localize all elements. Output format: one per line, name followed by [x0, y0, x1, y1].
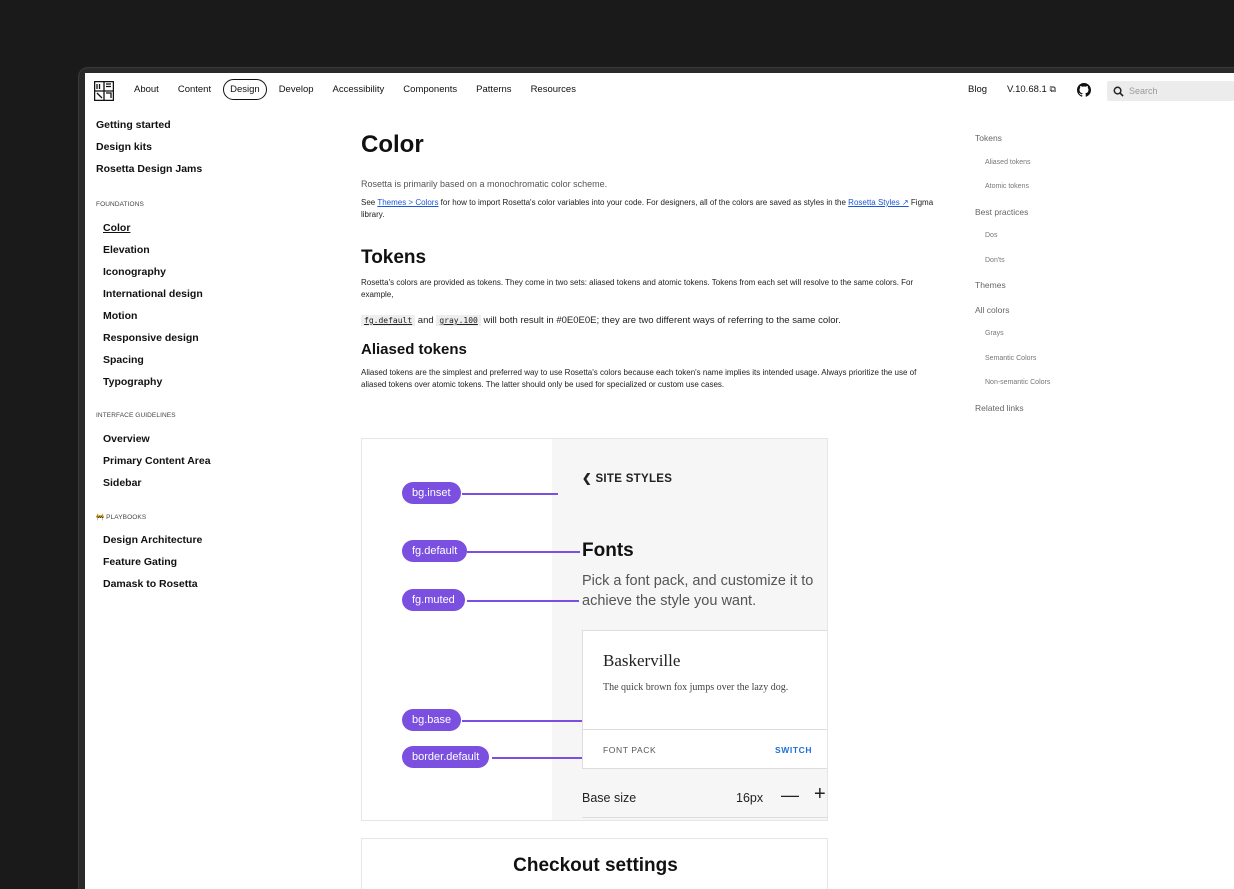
- rosetta-logo-icon[interactable]: [94, 81, 114, 101]
- sidebar-section-foundations: FOUNDATIONS: [96, 201, 144, 208]
- sidebar-section-interface: INTERFACE GUIDELINES: [96, 412, 176, 419]
- toc-grays[interactable]: Grays: [975, 329, 1125, 354]
- site-styles-back: ❮ SITE STYLES: [582, 473, 673, 485]
- checkout-title: Checkout settings: [513, 855, 678, 876]
- sidebar-item-primary-content-area[interactable]: Primary Content Area: [96, 453, 316, 475]
- primary-nav: About Content Design Develop Accessibili…: [127, 79, 588, 100]
- toc-tokens[interactable]: Tokens: [975, 133, 1125, 158]
- checkout-illustration: Checkout settings: [361, 838, 828, 889]
- sidebar-item-responsive-design[interactable]: Responsive design: [96, 330, 316, 352]
- version-link[interactable]: V.10.68.1 ⧉: [1000, 79, 1063, 100]
- pill-bg-inset: bg.inset: [402, 482, 461, 504]
- rosetta-styles-link[interactable]: Rosetta Styles ↗: [848, 198, 909, 207]
- tokens-paragraph: Rosetta's colors are provided as tokens.…: [361, 278, 914, 299]
- pill-fg-default: fg.default: [402, 540, 468, 562]
- connector-bg-base: [462, 720, 594, 722]
- sidebar-item-elevation[interactable]: Elevation: [96, 242, 316, 264]
- fonts-description: Pick a font pack, and customize it to ac…: [582, 573, 814, 609]
- fonts-title: Fonts: [582, 540, 634, 561]
- toc-aliased-tokens[interactable]: Aliased tokens: [975, 158, 1125, 183]
- token-example: fg.default and gray.100 will both result…: [361, 315, 941, 331]
- sidebar-item-damask-to-rosetta[interactable]: Damask to Rosetta: [96, 576, 316, 598]
- plus-icon: +: [814, 783, 826, 805]
- search-input[interactable]: Search: [1107, 81, 1234, 101]
- tokens-heading: Tokens: [361, 247, 427, 268]
- lead-text: Rosetta is primarily based on a monochro…: [361, 179, 608, 189]
- sidebar-item-spacing[interactable]: Spacing: [96, 352, 316, 374]
- connector-border-default: [492, 757, 584, 759]
- version-label: V.10.68.1: [1007, 84, 1047, 95]
- toc-non-semantic-colors[interactable]: Non-semantic Colors: [975, 378, 1125, 403]
- sidebar-item-sidebar[interactable]: Sidebar: [96, 475, 316, 497]
- sidebar-item-design-kits[interactable]: Design kits: [96, 139, 316, 161]
- code-gray-100[interactable]: gray.100: [436, 315, 481, 326]
- toc-related-links[interactable]: Related links: [975, 403, 1125, 428]
- base-size-divider: [582, 817, 827, 818]
- base-size-value: 16px: [736, 791, 764, 805]
- connector-fg-muted: [467, 600, 579, 602]
- toc-all-colors[interactable]: All colors: [975, 305, 1125, 330]
- connector-bg-inset: [462, 493, 558, 495]
- minus-icon: —: [781, 785, 799, 805]
- aliased-tokens-illustration: bg.inset fg.default fg.muted bg.base bor…: [361, 438, 828, 821]
- intro-paragraph: See Themes > Colors for how to import Ro…: [361, 198, 934, 219]
- pill-border-default: border.default: [402, 746, 490, 768]
- sidebar-item-design-architecture[interactable]: Design Architecture: [96, 532, 316, 554]
- pill-fg-muted: fg.muted: [402, 589, 465, 611]
- top-nav: About Content Design Develop Accessibili…: [85, 73, 1234, 109]
- toc-best-practices[interactable]: Best practices: [975, 207, 1125, 232]
- sidebar-item-getting-started[interactable]: Getting started: [96, 117, 316, 139]
- sidebar-item-motion[interactable]: Motion: [96, 308, 316, 330]
- sidebar-item-feature-gating[interactable]: Feature Gating: [96, 554, 316, 576]
- sidebar-section-playbooks: 🚧 PLAYBOOKS: [96, 514, 147, 521]
- nav-blog[interactable]: Blog: [961, 79, 994, 100]
- aliased-tokens-heading: Aliased tokens: [361, 341, 467, 358]
- search-icon: [1113, 86, 1124, 97]
- font-name: Baskerville: [603, 651, 681, 670]
- code-fg-default[interactable]: fg.default: [361, 315, 416, 326]
- left-sidebar: Getting started Design kits Rosetta Desi…: [96, 117, 316, 598]
- nav-develop[interactable]: Develop: [272, 79, 321, 100]
- secondary-nav: Blog V.10.68.1 ⧉: [961, 79, 1117, 100]
- table-of-contents: Tokens Aliased tokens Atomic tokens Best…: [975, 133, 1125, 427]
- themes-colors-link[interactable]: Themes > Colors: [377, 198, 438, 207]
- external-link-icon: ⧉: [1049, 84, 1056, 94]
- toc-semantic-colors[interactable]: Semantic Colors: [975, 354, 1125, 379]
- nav-patterns[interactable]: Patterns: [469, 79, 518, 100]
- page-title: Color: [361, 131, 424, 158]
- toc-atomic-tokens[interactable]: Atomic tokens: [975, 182, 1125, 207]
- aliased-paragraph: Aliased tokens are the simplest and pref…: [361, 368, 917, 389]
- toc-donts[interactable]: Don'ts: [975, 256, 1125, 281]
- sidebar-item-iconography[interactable]: Iconography: [96, 264, 316, 286]
- connector-fg-default: [467, 551, 580, 553]
- toc-themes[interactable]: Themes: [975, 280, 1125, 305]
- switch-button: SWITCH: [775, 745, 813, 755]
- nav-components[interactable]: Components: [396, 79, 464, 100]
- chevron-left-icon: ❮: [582, 473, 592, 485]
- github-icon[interactable]: [1076, 82, 1091, 97]
- sidebar-item-international-design[interactable]: International design: [96, 286, 316, 308]
- search-placeholder: Search: [1129, 86, 1158, 96]
- pill-bg-base: bg.base: [402, 709, 462, 731]
- nav-accessibility[interactable]: Accessibility: [326, 79, 392, 100]
- nav-content[interactable]: Content: [171, 79, 218, 100]
- sidebar-item-color[interactable]: Color: [96, 220, 316, 242]
- base-size-label: Base size: [582, 791, 637, 805]
- main-content: Color Rosetta is primarily based on a mo…: [361, 131, 941, 391]
- font-sample: The quick brown fox jumps over the lazy …: [603, 682, 789, 693]
- card-divider: [583, 729, 827, 730]
- sidebar-item-typography[interactable]: Typography: [96, 374, 316, 396]
- nav-about[interactable]: About: [127, 79, 166, 100]
- font-pack-card: Baskerville The quick brown fox jumps ov…: [582, 630, 827, 769]
- nav-resources[interactable]: Resources: [524, 79, 583, 100]
- font-pack-label: FONT PACK: [603, 745, 657, 755]
- page: About Content Design Develop Accessibili…: [85, 73, 1234, 889]
- sidebar-item-overview[interactable]: Overview: [96, 431, 316, 453]
- toc-dos[interactable]: Dos: [975, 231, 1125, 256]
- nav-design[interactable]: Design: [223, 79, 267, 100]
- sidebar-item-design-jams[interactable]: Rosetta Design Jams: [96, 161, 316, 183]
